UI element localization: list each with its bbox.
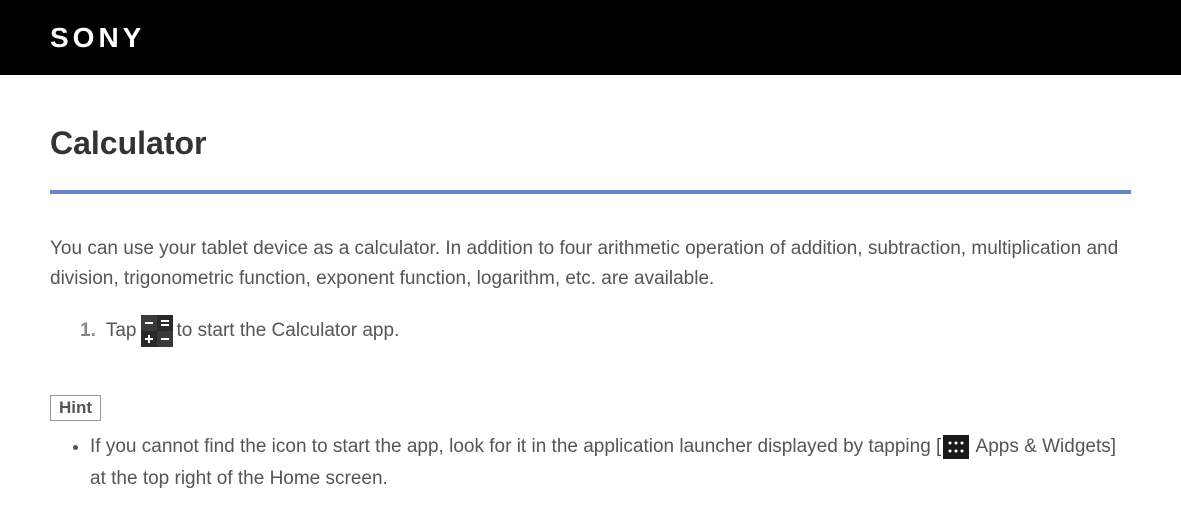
page-title: Calculator — [50, 125, 1131, 162]
step-item: 1. Tap to start the Calculator app. — [80, 315, 1131, 347]
title-divider — [50, 190, 1131, 194]
apps-widgets-icon — [943, 435, 969, 459]
sony-logo: SONY — [50, 22, 145, 54]
step-text-prefix: Tap — [106, 315, 137, 347]
hint-label: Hint — [50, 395, 101, 421]
hint-item: If you cannot find the icon to start the… — [90, 431, 1131, 496]
hint-list: If you cannot find the icon to start the… — [50, 431, 1131, 496]
step-list: 1. Tap to start the Calculator app. — [50, 315, 1131, 347]
header-bar: SONY — [0, 0, 1181, 75]
step-text-suffix: to start the Calculator app. — [177, 315, 400, 347]
intro-paragraph: You can use your tablet device as a calc… — [50, 234, 1131, 295]
content-area: Calculator You can use your tablet devic… — [0, 75, 1181, 516]
step-number: 1. — [80, 315, 96, 347]
hint-text-prefix: If you cannot find the icon to start the… — [90, 436, 941, 457]
calculator-icon — [141, 315, 173, 347]
